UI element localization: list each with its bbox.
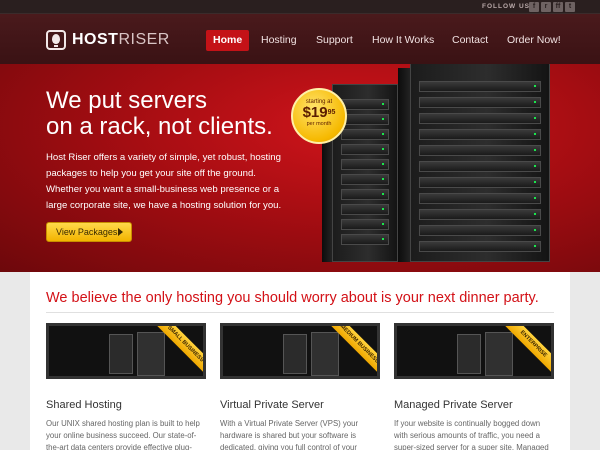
shared-hosting-image[interactable]: SMALL BUSINESS <box>46 323 206 379</box>
server-rack-image <box>410 64 550 262</box>
server-rack-side <box>398 68 410 262</box>
server-unit <box>341 144 389 155</box>
arrow-right-icon <box>118 228 123 236</box>
managed-server-image[interactable]: ENTERPRISE <box>394 323 554 379</box>
server-unit <box>341 114 389 125</box>
top-bar: FOLLOW US f r ff t <box>0 0 600 14</box>
rss-icon[interactable]: r <box>541 2 551 12</box>
server-unit <box>419 81 541 92</box>
divider <box>46 312 554 313</box>
server-unit <box>341 99 389 110</box>
server-unit <box>419 209 541 220</box>
server-unit <box>419 97 541 108</box>
server-unit <box>419 161 541 172</box>
hero-banner: We put servers on a rack, not clients. H… <box>0 64 600 272</box>
plan-text-shared: Our UNIX shared hosting plan is built to… <box>46 419 200 450</box>
plan-text-vps: With a Virtual Private Server (VPS) your… <box>220 419 359 450</box>
hero-description: Host Riser offers a variety of simple, y… <box>46 152 282 211</box>
server-unit <box>419 177 541 188</box>
plan-title-shared[interactable]: Shared Hosting <box>46 399 122 411</box>
vps-image[interactable]: MEDIUM BUSINESS <box>220 323 380 379</box>
price-badge: starting at $1995 per month <box>291 88 347 144</box>
nav-how-it-works[interactable]: How It Works <box>365 30 441 51</box>
nav-support[interactable]: Support <box>309 30 360 51</box>
hero-title: We put servers on a rack, not clients. <box>46 87 273 140</box>
plan-title-vps[interactable]: Virtual Private Server <box>220 399 324 411</box>
site-header: HOSTRISER Home Hosting Support How It Wo… <box>0 14 600 64</box>
plan-text-managed: If your website is continually bogged do… <box>394 419 549 450</box>
server-unit <box>341 129 389 140</box>
view-packages-button[interactable]: View Packages <box>46 222 132 242</box>
server-unit <box>341 234 389 245</box>
nav-contact[interactable]: Contact <box>445 30 495 51</box>
balloon-logo-icon[interactable] <box>46 30 66 50</box>
tagline: We believe the only hosting you should w… <box>46 290 539 306</box>
follow-us-label: FOLLOW US <box>482 3 530 10</box>
server-unit <box>341 204 389 215</box>
server-unit <box>419 129 541 140</box>
server-unit <box>341 189 389 200</box>
server-unit <box>341 174 389 185</box>
nav-home[interactable]: Home <box>206 30 250 51</box>
server-unit <box>419 145 541 156</box>
nav-hosting[interactable]: Hosting <box>254 30 304 51</box>
plan-title-managed[interactable]: Managed Private Server <box>394 399 513 411</box>
server-unit <box>419 225 541 236</box>
server-unit <box>341 159 389 170</box>
server-unit <box>341 219 389 230</box>
friendfeed-icon[interactable]: ff <box>553 2 563 12</box>
site-logo[interactable]: HOSTRISER <box>72 31 170 49</box>
facebook-icon[interactable]: f <box>529 2 539 12</box>
server-unit <box>419 113 541 124</box>
server-unit <box>419 193 541 204</box>
server-unit <box>419 241 541 252</box>
twitter-icon[interactable]: t <box>565 2 575 12</box>
nav-order-now[interactable]: Order Now! <box>500 30 568 51</box>
